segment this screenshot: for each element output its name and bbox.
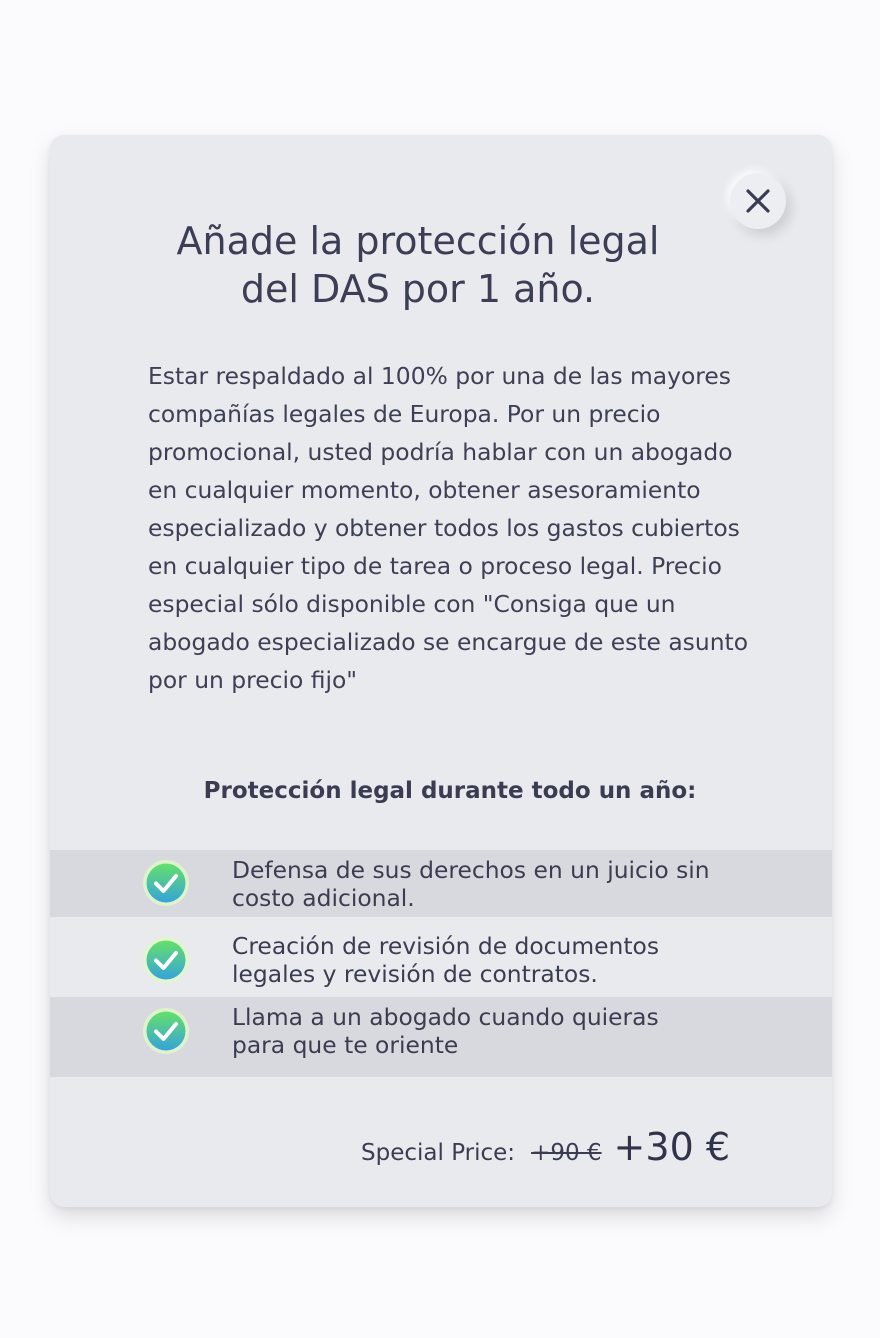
benefit-text: Creación de revisión de documentos legal… xyxy=(232,932,660,988)
benefits-list: Defensa de sus derechos en un juicio sin… xyxy=(50,850,832,1077)
legal-protection-modal: Añade la protección legal del DAS por 1 … xyxy=(50,135,832,1207)
modal-title: Añade la protección legal del DAS por 1 … xyxy=(110,217,726,313)
close-button[interactable] xyxy=(730,173,786,229)
benefit-item: Llama a un abogado cuando quieras para q… xyxy=(50,997,832,1077)
check-circle-icon xyxy=(143,860,189,906)
check-circle-icon xyxy=(143,937,189,983)
original-price: +90 € xyxy=(531,1140,602,1166)
benefit-text: Defensa de sus derechos en un juicio sin… xyxy=(232,856,710,912)
benefits-heading: Protección legal durante todo un año: xyxy=(203,778,697,804)
benefit-item: Defensa de sus derechos en un juicio sin… xyxy=(50,850,832,917)
benefit-text: Llama a un abogado cuando quieras para q… xyxy=(232,1003,659,1059)
price-row: Special Price: +90 € +30 € xyxy=(50,1125,730,1169)
description-text: Estar respaldado al 100% por una de las … xyxy=(148,362,749,694)
close-icon xyxy=(746,189,770,213)
title-line-1: Añade la protección legal xyxy=(176,219,660,263)
benefit-item: Creación de revisión de documentos legal… xyxy=(50,917,832,997)
title-line-2: del DAS por 1 año. xyxy=(240,267,596,311)
special-price-value: +30 € xyxy=(613,1125,730,1169)
check-circle-icon xyxy=(143,1008,189,1054)
special-price-label: Special Price: xyxy=(361,1140,516,1166)
